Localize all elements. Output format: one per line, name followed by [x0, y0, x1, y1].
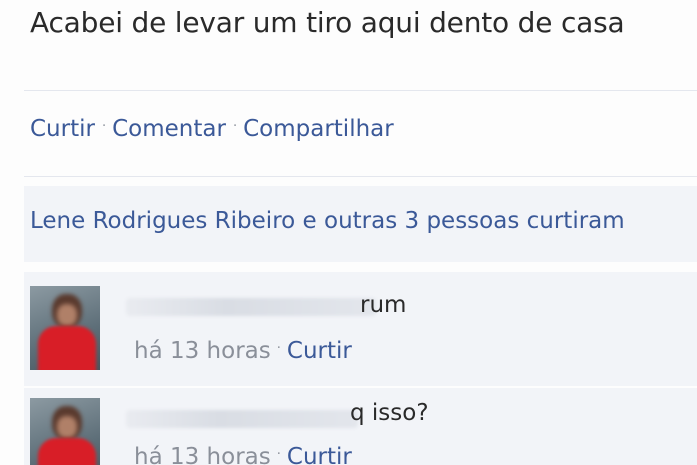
comment-link[interactable]: Comentar: [112, 116, 226, 142]
divider: [24, 90, 697, 91]
likes-summary-link[interactable]: Lene Rodrigues Ribeiro e outras 3 pessoa…: [30, 208, 625, 234]
blurred-commenter-name: [126, 298, 376, 316]
commenter-avatar[interactable]: [30, 398, 100, 465]
blurred-commenter-name: [126, 410, 358, 428]
comment-text: rum: [360, 292, 407, 318]
comment-item: rum há 13 horas · Curtir: [24, 272, 697, 386]
comment-item: q isso? há 13 horas · Curtir: [24, 388, 697, 465]
comment-like-link[interactable]: Curtir: [287, 444, 352, 465]
likes-summary-box: Lene Rodrigues Ribeiro e outras 3 pessoa…: [24, 186, 697, 262]
separator-dot: ·: [276, 341, 281, 356]
facebook-post: Acabei de levar um tiro aqui dento de ca…: [0, 0, 697, 465]
divider: [24, 176, 697, 177]
post-actions: Curtir · Comentar · Compartilhar: [30, 116, 394, 142]
comment-like-link[interactable]: Curtir: [287, 338, 352, 364]
comment-text: q isso?: [350, 400, 429, 426]
post-status-text: Acabei de levar um tiro aqui dento de ca…: [30, 6, 625, 39]
commenter-avatar[interactable]: [30, 286, 100, 370]
separator-dot: ·: [101, 119, 107, 134]
share-link[interactable]: Compartilhar: [243, 116, 394, 142]
comment-meta: há 13 horas · Curtir: [134, 338, 352, 364]
separator-dot: ·: [232, 119, 238, 134]
separator-dot: ·: [276, 447, 281, 462]
comment-timestamp[interactable]: há 13 horas: [134, 338, 271, 364]
comment-meta: há 13 horas · Curtir: [134, 444, 352, 465]
like-link[interactable]: Curtir: [30, 116, 95, 142]
comment-timestamp[interactable]: há 13 horas: [134, 444, 271, 465]
